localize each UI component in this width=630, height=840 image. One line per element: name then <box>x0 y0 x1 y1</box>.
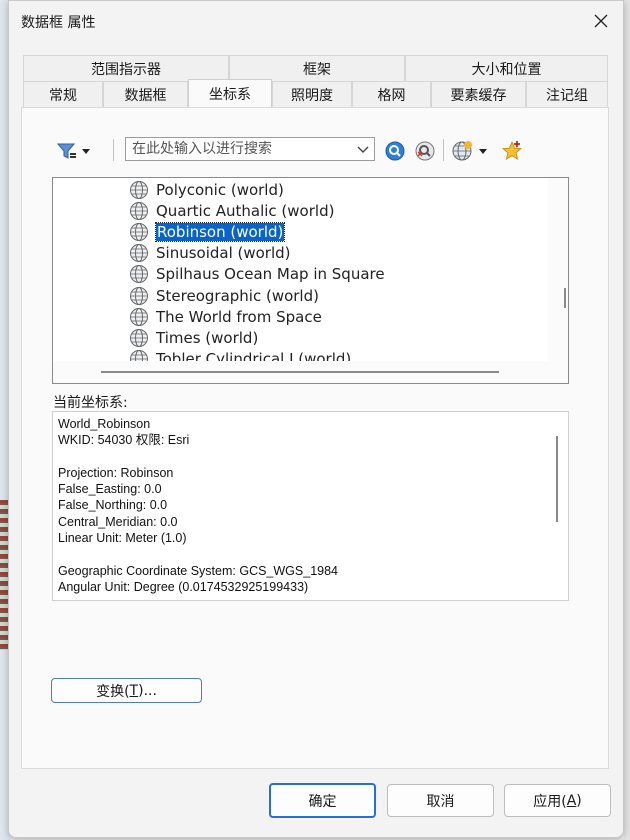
tab-label: 注记组 <box>546 87 588 104</box>
tab-size-position[interactable]: 大小和位置 <box>405 55 608 81</box>
dialog-title: 数据框 属性 <box>21 15 96 31</box>
tab-data-frame[interactable]: 数据框 <box>103 81 188 107</box>
list-item-label: Times (world) <box>156 328 259 347</box>
list-item-label: The World from Space <box>156 307 322 326</box>
tab-label: 要素缓存 <box>450 87 507 104</box>
globe-menu-button[interactable] <box>451 137 495 165</box>
cs-details-text: World_Robinson WKID: 54030 权限: Esri Proj… <box>58 417 338 594</box>
list-item-selected[interactable]: Robinson (world) <box>129 221 385 242</box>
button-label-suffix: )... <box>138 682 157 699</box>
globe-icon <box>130 286 148 305</box>
filter-button[interactable] <box>55 137 95 165</box>
add-favorite-button[interactable] <box>499 137 525 165</box>
close-icon <box>594 14 608 28</box>
search-icon <box>385 141 405 161</box>
list-item-label: Polyconic (world) <box>156 180 284 199</box>
tab-label: 格网 <box>377 87 406 104</box>
button-label: 应用( <box>533 793 567 810</box>
filter-icon <box>56 143 90 159</box>
button-label: 确定 <box>308 793 337 810</box>
tab-frame[interactable]: 框架 <box>229 55 405 81</box>
list-item-label: Sinusoidal (world) <box>156 244 291 263</box>
tab-row-top: 范围指示器 框架 大小和位置 <box>23 55 608 81</box>
current-cs-label: 当前坐标系: <box>53 395 128 411</box>
scrollbar-thumb-vertical[interactable] <box>556 436 558 522</box>
scrollbar-thumb-horizontal[interactable] <box>101 371 499 373</box>
tab-label: 坐标系 <box>209 86 251 103</box>
list-item[interactable]: Times (world) <box>129 327 385 348</box>
list-item-label: Stereographic (world) <box>156 286 319 305</box>
list-item[interactable]: Polyconic (world) <box>129 179 385 200</box>
tab-label: 照明度 <box>291 87 333 104</box>
tab-row-bottom: 常规 数据框 坐标系 照明度 格网 要素缓存 注记组 <box>23 79 608 107</box>
globe-icon <box>130 307 148 326</box>
list-item[interactable]: Quartic Authalic (world) <box>129 200 385 221</box>
tab-annotation-groups[interactable]: 注记组 <box>526 81 608 107</box>
globe-icon <box>130 244 148 263</box>
cancel-button[interactable]: 取消 <box>387 784 494 817</box>
search-input[interactable] <box>126 138 358 160</box>
title-bar: 数据框 属性 <box>9 1 623 41</box>
tab-feature-cache[interactable]: 要素缓存 <box>431 81 526 107</box>
access-key: A <box>566 792 577 809</box>
globe-icon <box>130 328 148 347</box>
button-label: 变换( <box>96 683 130 700</box>
projection-list: Polyconic (world) Quartic Authalic (worl… <box>129 179 385 370</box>
tab-label: 数据框 <box>124 87 167 104</box>
tab-extent-indicators[interactable]: 范围指示器 <box>23 55 229 81</box>
toolbar-separator <box>113 139 114 161</box>
tab-label: 范围指示器 <box>91 61 161 78</box>
projection-tree[interactable]: Polyconic (world) Quartic Authalic (worl… <box>52 177 569 384</box>
list-item[interactable]: Sinusoidal (world) <box>129 243 385 264</box>
access-key: T <box>129 682 139 699</box>
globe-icon <box>130 222 148 241</box>
tab-coordinate-system[interactable]: 坐标系 <box>188 79 272 107</box>
list-item[interactable]: Stereographic (world) <box>129 285 385 306</box>
globe-icon <box>452 141 487 161</box>
apply-button[interactable]: 应用(A) <box>504 784 611 817</box>
search-box[interactable] <box>125 137 375 161</box>
list-item-label: Quartic Authalic (world) <box>156 201 335 220</box>
tab-label: 框架 <box>303 61 331 78</box>
properties-dialog: 数据框 属性 范围指示器 框架 大小和位置 常规 数据框 坐标系 照明度 格网 … <box>8 0 624 838</box>
transformations-button[interactable]: 变换(T)... <box>51 678 202 703</box>
list-item-label: Spilhaus Ocean Map in Square <box>156 265 385 284</box>
add-favorite-icon <box>501 140 523 160</box>
chevron-down-icon[interactable] <box>356 141 370 157</box>
tab-illumination[interactable]: 照明度 <box>272 81 352 107</box>
scrollbar-thumb-vertical[interactable] <box>564 288 566 308</box>
tab-general[interactable]: 常规 <box>23 81 103 107</box>
globe-icon <box>130 180 148 199</box>
button-label-suffix: ) <box>576 792 582 809</box>
globe-icon <box>130 201 148 220</box>
vertical-scrollbar[interactable] <box>548 178 568 383</box>
tab-label: 大小和位置 <box>471 61 542 78</box>
list-item[interactable]: Spilhaus Ocean Map in Square <box>129 264 385 285</box>
list-item[interactable]: The World from Space <box>129 306 385 327</box>
tab-grids[interactable]: 格网 <box>352 81 431 107</box>
horizontal-scrollbar[interactable] <box>53 361 568 383</box>
globe-icon <box>130 265 148 284</box>
current-cs-details[interactable]: World_Robinson WKID: 54030 权限: Esri Proj… <box>52 411 569 601</box>
tab-label: 常规 <box>49 87 77 104</box>
clear-search-button[interactable] <box>413 137 437 165</box>
clear-search-icon <box>415 141 435 161</box>
close-button[interactable] <box>587 9 615 33</box>
list-item-label: Robinson (world) <box>154 221 286 242</box>
button-label: 取消 <box>426 793 455 810</box>
ok-button[interactable]: 确定 <box>269 783 376 818</box>
toolbar-separator <box>443 139 444 161</box>
search-button[interactable] <box>383 137 407 165</box>
background-window-edge-right <box>624 0 630 840</box>
